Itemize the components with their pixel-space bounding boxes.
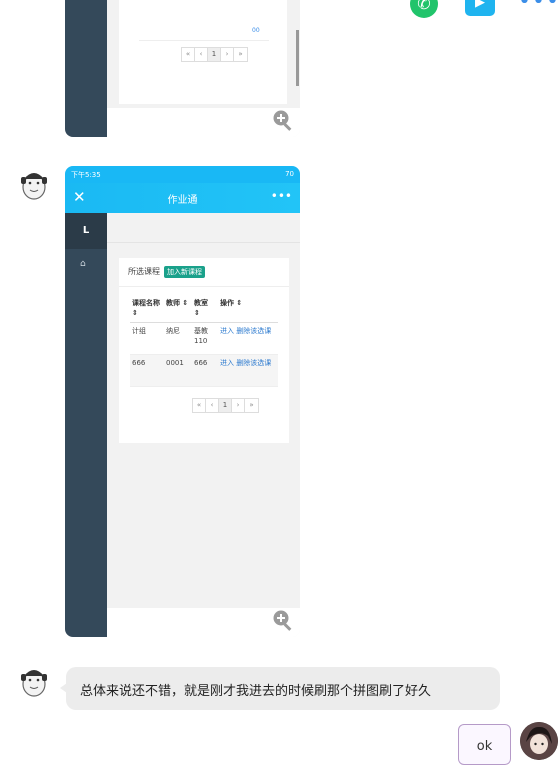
add-course-button[interactable]: 加入新课程 [164, 266, 205, 278]
pagination: « ‹ 1 › » [192, 398, 259, 413]
image-message-1[interactable]: 00 « ‹ 1 › » [65, 0, 300, 137]
sticker-message[interactable]: ok [458, 724, 511, 765]
pagination: « ‹ 1 › » [181, 47, 248, 62]
battery-level: 70 [285, 170, 294, 178]
col-room[interactable]: 教室 ⇕ [192, 296, 218, 323]
section-title: 所选课程 [128, 267, 160, 276]
home-icon[interactable]: ⌂ [80, 259, 86, 269]
more-options-icon[interactable]: ••• [518, 0, 559, 13]
page-first[interactable]: « [193, 399, 206, 412]
cell-ops[interactable]: 进入 删除该选课 [218, 322, 278, 355]
page-current[interactable]: 1 [219, 399, 232, 412]
cell-course: 666 [130, 354, 164, 387]
user-avatar[interactable] [520, 722, 558, 760]
chat-message-bubble[interactable]: 总体来说还不错，就是刚才我进去的时候刷那个拼图刷了好久 [60, 667, 500, 710]
cell-room: 666 [192, 354, 218, 387]
zoom-in-icon[interactable] [272, 109, 294, 131]
cell-room: 基教110 [192, 322, 218, 355]
contact-avatar[interactable] [16, 165, 52, 201]
app-sidebar: L ⌂ [65, 213, 107, 637]
app-logo: L [65, 213, 107, 249]
video-call-icon[interactable]: ▶ [465, 0, 495, 16]
cell-course: 计组 [130, 322, 164, 355]
phone-call-icon[interactable]: ✆ [410, 0, 438, 18]
app-sidebar [65, 0, 107, 137]
page-last: » [238, 50, 243, 58]
divider [139, 40, 269, 41]
cell-teacher: 纳尼 [164, 322, 192, 355]
page-prev: ‹ [195, 48, 208, 61]
course-panel: 00 « ‹ 1 › » [119, 0, 287, 104]
page-first: « [182, 48, 195, 61]
cell-ops[interactable]: 进入 删除该选课 [218, 354, 278, 387]
more-icon[interactable]: ••• [271, 189, 292, 203]
course-table: 课程名称 ⇕ 教师 ⇕ 教室 ⇕ 操作 ⇕ 计组 纳尼 基教110 进入 删除该… [130, 296, 278, 387]
message-text: 总体来说还不错，就是刚才我进去的时候刷那个拼图刷了好久 [80, 684, 432, 699]
page-last[interactable]: » [245, 399, 258, 412]
col-course[interactable]: 课程名称 ⇕ [130, 296, 164, 323]
divider [119, 286, 289, 287]
sticker-text: ok [476, 739, 493, 754]
page-current: 1 [208, 48, 221, 61]
col-ops[interactable]: 操作 ⇕ [218, 296, 278, 323]
table-row: 计组 纳尼 基教110 进入 删除该选课 [130, 322, 278, 355]
status-time: 下午5:35 [71, 171, 101, 179]
table-row: 666 0001 666 进入 删除该选课 [130, 354, 278, 387]
col-teacher[interactable]: 教师 ⇕ [164, 296, 192, 323]
cell-teacher: 0001 [164, 354, 192, 387]
phone-status-bar: 下午5:35 70 [65, 166, 300, 183]
chat-header-actions: ✆ ▶ ••• [410, 0, 560, 20]
page-prev[interactable]: ‹ [206, 399, 219, 412]
app-title: 作业通 [167, 195, 198, 206]
page-next[interactable]: › [232, 399, 245, 412]
corner-text: 00 [252, 27, 260, 34]
user-avatar-image [520, 722, 558, 760]
course-panel: 所选课程 加入新课程 课程名称 ⇕ 教师 ⇕ 教室 ⇕ 操作 ⇕ 计组 纳尼 基… [119, 258, 289, 443]
page-next: › [221, 48, 234, 61]
zoom-in-icon[interactable] [272, 609, 294, 631]
content-header [107, 213, 300, 243]
contact-avatar[interactable] [16, 662, 52, 698]
app-header: ✕ 作业通 ••• [65, 183, 300, 213]
scrollbar [296, 30, 299, 86]
image-message-2[interactable]: 下午5:35 70 ✕ 作业通 ••• L ⌂ 所选课程 加入新课程 课程名称 … [65, 166, 300, 637]
